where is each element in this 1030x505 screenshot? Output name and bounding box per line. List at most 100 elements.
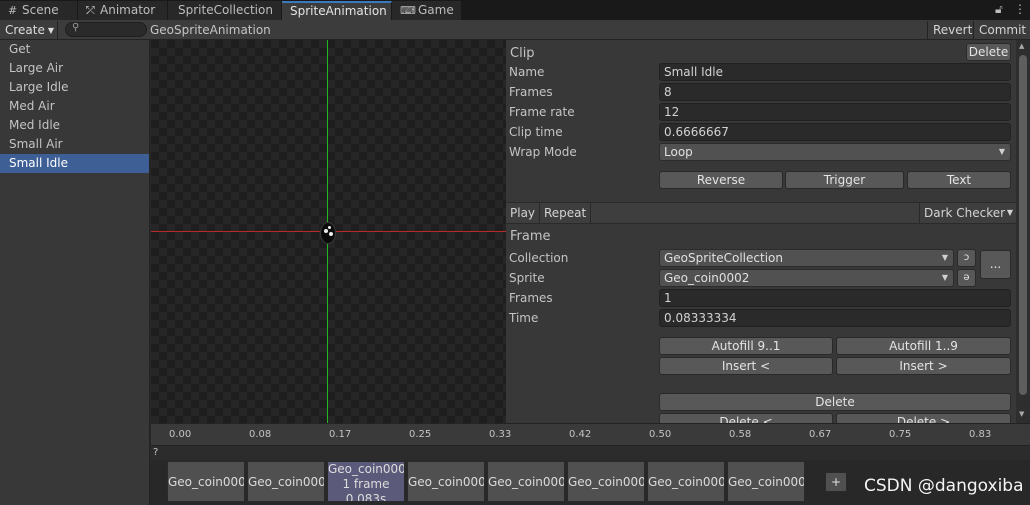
cliptime-label: Clip time (509, 125, 563, 139)
frame-frames-field[interactable]: 1 (659, 289, 1011, 307)
list-item[interactable]: Large Idle (0, 78, 149, 97)
scrollbar-thumb[interactable] (1019, 55, 1027, 395)
background-value: Dark Checker (924, 206, 1006, 220)
frame-cell-label: Geo_coin000 (568, 475, 645, 489)
create-label: Create (5, 23, 45, 37)
delete-before-button[interactable]: Delete < (659, 413, 833, 423)
trigger-button[interactable]: Trigger (785, 171, 904, 189)
tab-spriteanimation[interactable]: SpriteAnimation (282, 1, 392, 20)
frame-cell-label: Geo_coin000 (328, 462, 405, 476)
create-dropdown[interactable]: Create ▼ (0, 21, 58, 39)
frame-cell[interactable]: Geo_coin000 (487, 461, 565, 502)
sprite-preview-viewport[interactable] (151, 40, 506, 423)
add-frame-button[interactable]: + (825, 472, 847, 492)
frame-section-title: Frame (510, 229, 551, 244)
frame-cell[interactable]: Geo_coin000 (567, 461, 645, 502)
timeline-tick: 0.00 (169, 429, 192, 440)
frame-cell-selected[interactable]: Geo_coin000 1 frame 0.083s (327, 461, 405, 502)
time-field[interactable]: 0.08333334 (659, 309, 1011, 327)
list-item[interactable]: Get (0, 40, 149, 59)
tab-game[interactable]: ⌨ Game (392, 1, 462, 20)
timeline-tick: 0.67 (809, 429, 832, 440)
timeline-tick: 0.75 (889, 429, 912, 440)
collection-select-button[interactable]: ↄ (957, 249, 976, 267)
reverse-button[interactable]: Reverse (659, 171, 783, 189)
timeline-tick: 0.17 (329, 429, 352, 440)
more-options-button[interactable]: ... (980, 250, 1011, 279)
frame-cell[interactable]: Geo_coin000 (647, 461, 725, 502)
list-item[interactable]: Med Idle (0, 116, 149, 135)
timeline-tick: 0.33 (489, 429, 512, 440)
playback-bar: Play Repeat Dark Checker ▼ (506, 202, 1016, 224)
timeline-tick: 0.83 (969, 429, 992, 440)
inspector-scrollbar[interactable]: ▲ ▼ (1016, 40, 1030, 423)
insert-before-button[interactable]: Insert < (659, 357, 833, 375)
wrapmode-dropdown[interactable]: Loop ▼ (659, 143, 1011, 161)
timeline-ruler[interactable]: 0.00 0.08 0.17 0.25 0.33 0.42 0.50 0.58 … (151, 423, 1030, 445)
time-label: Time (509, 311, 539, 325)
frame-cell[interactable]: Geo_coin000 (727, 461, 805, 502)
tab-label: Scene (22, 3, 59, 17)
tab-scene[interactable]: # Scene (0, 1, 78, 20)
text-button[interactable]: Text (907, 171, 1011, 189)
scroll-down-icon[interactable]: ▼ (1019, 410, 1024, 418)
sprite-select-button[interactable]: ə (957, 269, 976, 287)
frame-cell-count: 1 frame (342, 477, 390, 491)
wrapmode-value: Loop (664, 145, 693, 159)
framerate-field[interactable]: 12 (659, 103, 1011, 121)
chevron-down-icon: ▼ (1006, 208, 1013, 217)
framerate-label: Frame rate (509, 105, 575, 119)
tab-spritecollection[interactable]: SpriteCollection (168, 1, 282, 20)
timeline-help-bar: ? (151, 445, 1030, 460)
frame-cell[interactable]: Geo_coin000 (247, 461, 325, 502)
editor-toolbar: Create ▼ ⚲ GeoSpriteAnimation Revert Comm… (0, 20, 1030, 40)
list-item-selected[interactable]: Small Idle (0, 154, 149, 173)
more-menu-icon[interactable]: ⋮ (1014, 2, 1026, 16)
autofill-forward-button[interactable]: Autofill 1..9 (836, 337, 1011, 355)
delete-after-button[interactable]: Delete > (836, 413, 1011, 423)
background-dropdown[interactable]: Dark Checker ▼ (919, 203, 1016, 223)
grid-icon: # (8, 4, 18, 17)
sprite-dropdown[interactable]: Geo_coin0002 ▼ (659, 269, 954, 287)
autofill-reverse-button[interactable]: Autofill 9..1 (659, 337, 833, 355)
timeline-tick: 0.58 (729, 429, 752, 440)
delete-clip-button[interactable]: Delete (966, 43, 1011, 61)
sprite-label: Sprite (509, 271, 545, 285)
chevron-down-icon: ▼ (47, 26, 55, 35)
gamepad-icon: ⌨ (400, 4, 416, 17)
search-input[interactable]: ⚲ (65, 22, 147, 37)
collection-dropdown[interactable]: GeoSpriteCollection ▼ (659, 249, 954, 267)
frame-cell-label: Geo_coin000 (648, 475, 725, 489)
lock-icon[interactable]: 🔓︎ (995, 2, 1003, 17)
tab-label: SpriteCollection (178, 3, 273, 17)
collection-label: Collection (509, 251, 569, 265)
name-label: Name (509, 65, 545, 79)
delete-frame-button[interactable]: Delete (659, 393, 1011, 411)
tab-label: SpriteAnimation (290, 4, 387, 18)
timeline-tick: 0.42 (569, 429, 592, 440)
frame-frames-label: Frames (509, 291, 553, 305)
frames-field[interactable]: 8 (659, 83, 1011, 101)
timeline-tick: 0.08 (249, 429, 272, 440)
frame-strip: Geo_coin000 Geo_coin000 Geo_coin000 1 fr… (151, 460, 1030, 505)
sprite-value: Geo_coin0002 (664, 271, 750, 285)
window-tab-bar: # Scene ⤱ Animator SpriteCollection Sprite… (0, 0, 1030, 20)
list-item[interactable]: Large Air (0, 59, 149, 78)
frame-cell[interactable]: Geo_coin000 (407, 461, 485, 502)
insert-after-button[interactable]: Insert > (836, 357, 1011, 375)
repeat-button[interactable]: Repeat (540, 203, 592, 223)
coin-sprite (320, 222, 336, 244)
revert-button[interactable]: Revert (927, 21, 977, 39)
help-mark[interactable]: ? (153, 447, 158, 458)
play-button[interactable]: Play (506, 203, 541, 223)
name-field[interactable]: Small Idle (659, 63, 1011, 81)
scroll-up-icon[interactable]: ▲ (1019, 42, 1024, 50)
list-item[interactable]: Small Air (0, 135, 149, 154)
list-item[interactable]: Med Air (0, 97, 149, 116)
cliptime-field[interactable]: 0.6666667 (659, 123, 1011, 141)
frame-cell-duration: 0.083s (345, 492, 387, 502)
tab-animator[interactable]: ⤱ Animator (78, 1, 168, 20)
timeline-tick: 0.50 (649, 429, 672, 440)
frame-cell[interactable]: Geo_coin000 (167, 461, 245, 502)
commit-button[interactable]: Commit (973, 21, 1030, 39)
